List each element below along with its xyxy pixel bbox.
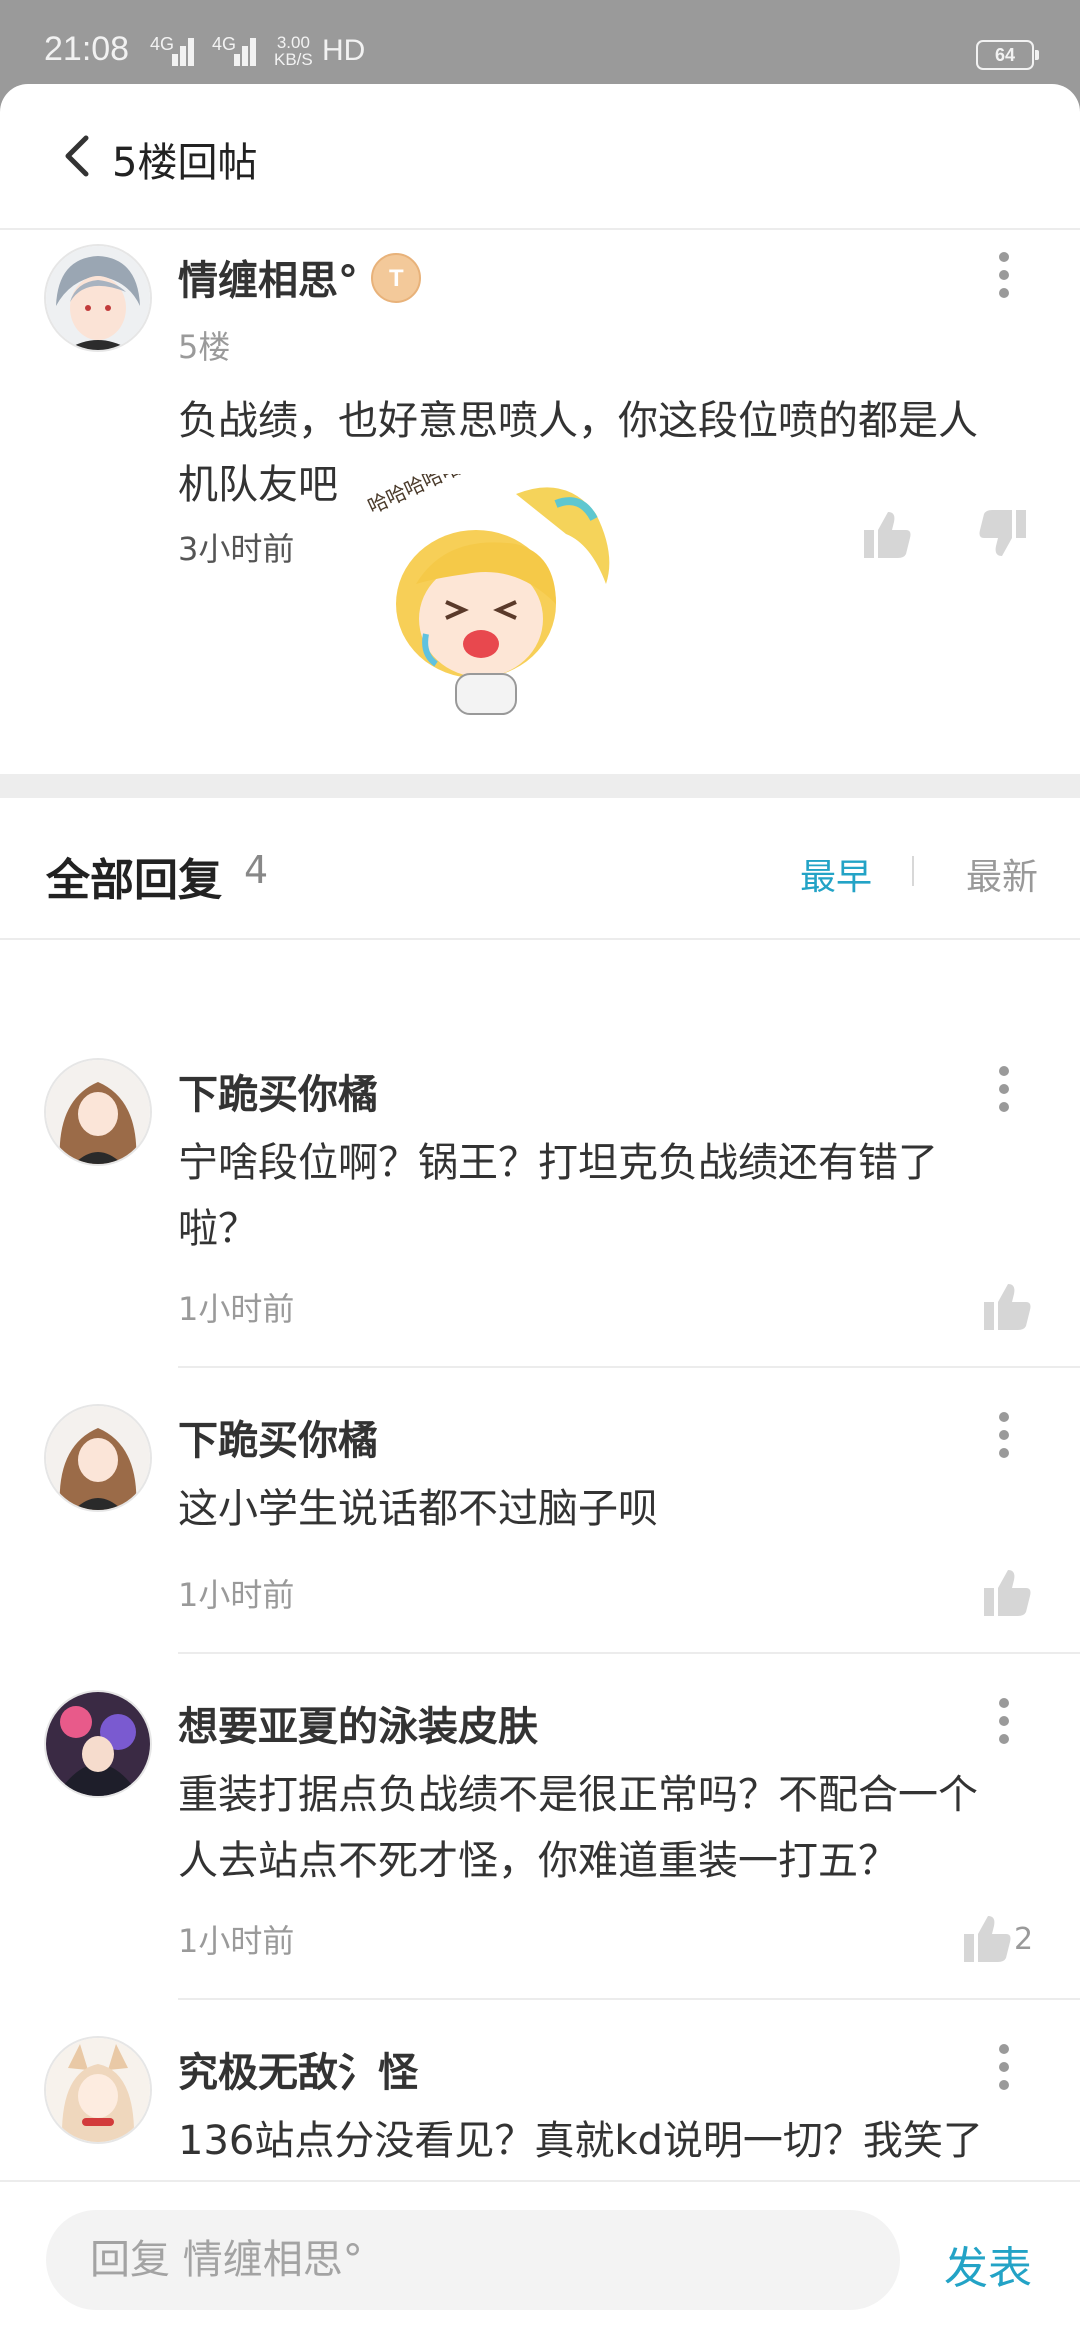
send-button[interactable]: 发表: [944, 2232, 1032, 2296]
thumbs-up-icon[interactable]: [860, 508, 912, 560]
reply-time: 1小时前: [178, 1290, 295, 1328]
thumbs-down-icon[interactable]: [978, 508, 1030, 560]
signal-icon-2: [218, 36, 256, 66]
reply-author-name[interactable]: 下跪买你橘: [178, 1062, 378, 1120]
floor-number: 5楼: [178, 328, 231, 366]
reply-divider: [178, 1998, 1080, 2000]
speed-unit: KB/S: [274, 50, 313, 69]
post-more-options-icon[interactable]: [998, 252, 1010, 298]
replies-count: 4: [244, 848, 269, 892]
hd-indicator: HD: [322, 34, 366, 67]
reply-like-icon[interactable]: [980, 1280, 1032, 1332]
post-author-name[interactable]: 情缠相思°: [178, 248, 358, 306]
reply-avatar[interactable]: [44, 1690, 152, 1798]
post-text-line-1: 负战绩，也好意思喷人，你这段位喷的都是人: [178, 398, 978, 444]
laughing-anime-sticker: 哈哈哈哈哈...: [366, 474, 610, 715]
reply-author-name[interactable]: 下跪买你橘: [178, 1408, 378, 1466]
reply-text-line-1: 这小学生说话都不过脑子呗: [178, 1486, 658, 1532]
all-replies-title: 全部回复: [46, 855, 222, 906]
replies-header: 全部回复 4 最早 最新: [0, 798, 1080, 940]
signal-icon-1: [156, 36, 194, 66]
reply-text-line-1: 136站点分没看见？真就kd说明一切？我笑了: [178, 2118, 983, 2164]
reply-like-icon[interactable]: [960, 1912, 1012, 1964]
reply-avatar[interactable]: [44, 1404, 152, 1512]
reply-like-icon[interactable]: [980, 1566, 1032, 1618]
post-text-line-2: 机队友吧: [178, 462, 338, 508]
sticker-text: 哈哈哈哈哈...: [366, 474, 482, 519]
reply-author-name[interactable]: 究极无敌氵怪: [178, 2040, 418, 2098]
reply-more-options-icon[interactable]: [998, 1698, 1010, 1744]
network-speed: 3.00 KB/S: [274, 34, 313, 68]
reply-time: 1小时前: [178, 1922, 295, 1960]
reply-more-options-icon[interactable]: [998, 1412, 1010, 1458]
reply-author-name[interactable]: 想要亚夏的泳装皮肤: [178, 1694, 538, 1752]
reply-text-line-2: 啦？: [178, 1206, 258, 1252]
battery-icon: 64: [976, 40, 1039, 70]
reply-time: 1小时前: [178, 1576, 295, 1614]
back-arrow-icon[interactable]: [58, 134, 102, 178]
badge-letter: T: [389, 265, 404, 292]
reply-text-line-2: 人去站点不死才怪，你难道重装一打五？: [178, 1838, 898, 1884]
post-author-avatar[interactable]: [44, 244, 152, 352]
reply-compose-bar: 发表: [0, 2180, 1080, 2340]
top-bar: 5楼回帖: [0, 84, 1080, 230]
reply-like-count: 2: [1014, 1922, 1034, 1957]
post-time: 3小时前: [178, 530, 295, 568]
status-time: 21:08: [44, 30, 130, 68]
sort-separator: [912, 856, 914, 886]
post-detail-sheet: 5楼回帖 情缠相思° T 5楼 负战绩，也好意思喷人，你这段位喷的都是人 哈哈哈…: [0, 84, 1080, 2340]
reply-text-line-1: 宁啥段位啊？锅王？打坦克负战绩还有错了: [178, 1140, 938, 1186]
reply-input[interactable]: [46, 2210, 900, 2310]
reply-text-line-1: 重装打据点负战绩不是很正常吗？不配合一个: [178, 1772, 978, 1818]
section-divider: [0, 774, 1080, 798]
battery-level: 64: [994, 45, 1016, 65]
reply-avatar[interactable]: [44, 1058, 152, 1166]
status-bar: 21:08 4G 4G 3.00 KB/S HD 64: [0, 0, 1080, 84]
reply-more-options-icon[interactable]: [998, 1066, 1010, 1112]
reply-more-options-icon[interactable]: [998, 2044, 1010, 2090]
sort-earliest-tab[interactable]: 最早: [800, 848, 872, 900]
reply-divider: [178, 1366, 1080, 1368]
page-title: 5楼回帖: [112, 140, 258, 186]
sort-newest-tab[interactable]: 最新: [966, 848, 1038, 900]
user-level-badge-icon: T: [371, 253, 421, 303]
reply-divider: [178, 1652, 1080, 1654]
speed-value: 3.00: [276, 33, 310, 52]
reply-avatar[interactable]: [44, 2036, 152, 2144]
